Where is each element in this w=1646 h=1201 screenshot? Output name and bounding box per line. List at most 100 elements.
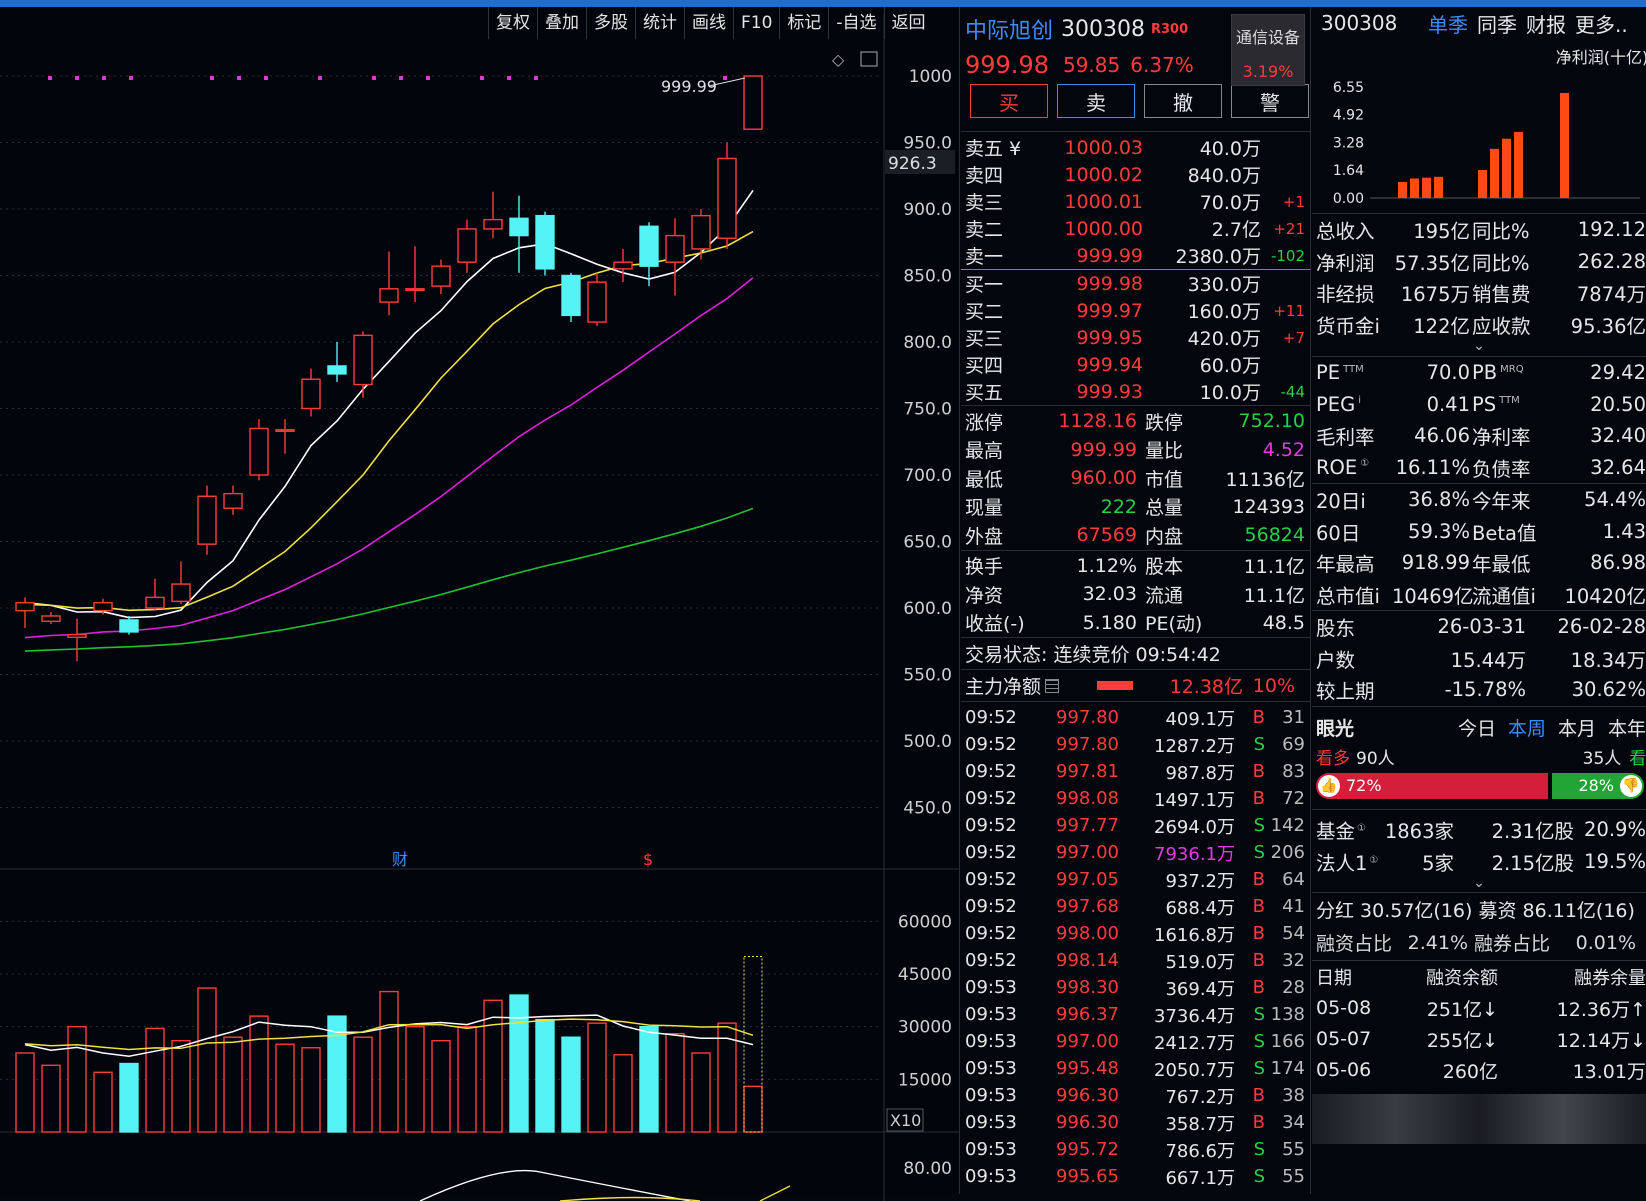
info-icon[interactable]: ① <box>1369 855 1378 866</box>
tick-list[interactable]: 09:52 997.80 409.1万 B 31 09:52 997.80 1287.2万 S 6… <box>961 701 1310 1190</box>
tick-row[interactable]: 09:52 998.14 519.0万 B 32 <box>961 947 1310 974</box>
tick-row[interactable]: 09:53 995.48 2050.7万 S 174 <box>961 1055 1310 1082</box>
candle[interactable] <box>717 142 737 249</box>
candle[interactable] <box>405 246 425 303</box>
volume-bar[interactable] <box>67 1025 87 1133</box>
bids-row[interactable]: 买四 999.94 60.0万 <box>961 351 1310 378</box>
candle[interactable] <box>301 368 321 417</box>
candle[interactable] <box>67 618 87 662</box>
profit-bar[interactable] <box>1398 181 1407 198</box>
sell-button[interactable]: 卖 <box>1057 84 1135 118</box>
margin-row[interactable]: 05-08 251亿↓ 12.36万↑ <box>1312 993 1646 1024</box>
expand-chevron-icon[interactable]: ⌄ <box>1312 339 1646 356</box>
volume-bar[interactable] <box>743 1085 763 1133</box>
diamond-icon[interactable]: ◇ <box>832 50 845 69</box>
volume-bar[interactable] <box>509 994 529 1133</box>
candle[interactable] <box>561 272 581 323</box>
candle[interactable] <box>535 211 555 276</box>
candle[interactable] <box>743 75 763 130</box>
volume-bar[interactable] <box>249 1015 269 1133</box>
volume-bar[interactable] <box>353 1036 373 1133</box>
panel-toggle-icon[interactable] <box>860 51 878 67</box>
toolbar-btn-4[interactable]: 画线 <box>684 7 733 39</box>
candle[interactable] <box>171 561 191 605</box>
candle[interactable] <box>15 597 35 628</box>
profit-bar[interactable] <box>1478 170 1487 198</box>
candle[interactable] <box>223 485 243 515</box>
bids-row[interactable]: 买三 999.95 420.0万 +7 <box>961 324 1310 351</box>
toolbar-btn-8[interactable]: 返回 <box>883 7 933 39</box>
candle[interactable] <box>41 611 61 624</box>
candle[interactable] <box>379 251 399 316</box>
tick-row[interactable]: 09:53 996.30 358.7万 B 34 <box>961 1109 1310 1136</box>
toolbar-btn-6[interactable]: 标记 <box>779 7 828 39</box>
tick-row[interactable]: 09:53 996.30 767.2万 B 38 <box>961 1082 1310 1109</box>
volume-bar[interactable] <box>171 1040 191 1133</box>
volume-bar[interactable] <box>431 1040 451 1133</box>
candle[interactable] <box>483 191 503 239</box>
sector-box[interactable]: 通信设备 3.19% <box>1231 14 1305 86</box>
candle[interactable] <box>587 272 607 327</box>
volume-bar[interactable] <box>639 1025 659 1133</box>
candle[interactable] <box>613 248 633 283</box>
toolbar-btn-5[interactable]: F10 <box>733 7 779 39</box>
toolbar-btn-1[interactable]: 叠加 <box>537 7 586 39</box>
candle[interactable] <box>249 419 269 481</box>
bids-row[interactable]: 买一 999.98 330.0万 <box>961 270 1310 297</box>
asks-row[interactable]: 卖三 1000.01 70.0万 +1 <box>961 188 1310 215</box>
candle[interactable] <box>145 578 165 611</box>
buy-button[interactable]: 买 <box>970 84 1048 118</box>
volume-bar[interactable] <box>327 1015 347 1133</box>
volume-bar[interactable] <box>535 1018 555 1133</box>
volume-bar[interactable] <box>223 1036 243 1133</box>
volume-bar[interactable] <box>613 1054 633 1133</box>
asks-row[interactable]: 卖五 ¥ 1000.03 40.0万 <box>961 134 1310 161</box>
volume-bar[interactable] <box>301 1047 321 1133</box>
tick-row[interactable]: 09:52 997.81 987.8万 B 83 <box>961 758 1310 785</box>
profit-bar[interactable] <box>1410 178 1419 198</box>
candle[interactable] <box>353 331 373 398</box>
candle[interactable] <box>457 219 477 273</box>
tick-row[interactable]: 09:52 997.00 7936.1万 S 206 <box>961 839 1310 866</box>
candle[interactable] <box>431 259 451 295</box>
tick-row[interactable]: 09:53 995.72 786.6万 S 55 <box>961 1136 1310 1163</box>
tick-row[interactable]: 09:53 997.00 2412.7万 S 166 <box>961 1028 1310 1055</box>
tick-row[interactable]: 09:52 997.80 409.1万 B 31 <box>961 704 1310 731</box>
candle[interactable] <box>119 615 139 635</box>
tick-row[interactable]: 09:53 998.30 369.4万 B 28 <box>961 974 1310 1001</box>
bull-bar[interactable]: 👍 72% <box>1316 772 1548 799</box>
info-icon[interactable]: ① <box>1357 823 1366 834</box>
toolbar-btn-2[interactable]: 多股 <box>586 7 635 39</box>
volume-bar[interactable] <box>119 1062 139 1133</box>
profit-bar[interactable] <box>1514 131 1523 198</box>
asks-row[interactable]: 卖四 1000.02 840.0万 <box>961 161 1310 188</box>
volume-bar[interactable] <box>93 1071 113 1133</box>
kline-svg[interactable]: 1000950.0900.0850.0800.0750.0700.0650.06… <box>0 14 960 1201</box>
dividend-marker[interactable]: $ <box>643 850 653 869</box>
tick-row[interactable]: 09:52 997.77 2694.0万 S 142 <box>961 812 1310 839</box>
profit-bar[interactable] <box>1560 92 1569 198</box>
volume-bar[interactable] <box>145 1027 165 1133</box>
tick-row[interactable]: 09:52 998.00 1616.8万 B 54 <box>961 920 1310 947</box>
cancel-button[interactable]: 撤 <box>1144 84 1222 118</box>
tick-row[interactable]: 09:52 997.68 688.4万 B 41 <box>961 893 1310 920</box>
volume-bar[interactable] <box>405 1025 425 1133</box>
volume-bar[interactable] <box>483 999 503 1133</box>
profit-bar[interactable] <box>1490 148 1499 198</box>
alert-button[interactable]: 警 <box>1231 84 1309 118</box>
list-icon[interactable] <box>1045 678 1060 693</box>
toolbar-btn-0[interactable]: 复权 <box>488 7 537 39</box>
volume-bar[interactable] <box>41 1064 61 1133</box>
candle[interactable] <box>275 419 295 454</box>
volume-bar[interactable] <box>197 987 217 1133</box>
vision-tab-3[interactable]: 本年 <box>1608 714 1646 741</box>
tick-row[interactable]: 09:52 998.08 1497.1万 B 72 <box>961 785 1310 812</box>
asks-row[interactable]: 卖一 999.99 2380.0万 -102 <box>961 242 1310 269</box>
asks-row[interactable]: 卖二 1000.00 2.7亿 +21 <box>961 215 1310 242</box>
candle[interactable] <box>327 342 347 382</box>
volume-bar[interactable] <box>587 1022 607 1133</box>
toolbar-btn-7[interactable]: -自选 <box>828 7 883 39</box>
candle[interactable] <box>665 218 685 296</box>
volume-bar[interactable] <box>379 990 399 1133</box>
volume-bar[interactable] <box>15 1052 35 1133</box>
